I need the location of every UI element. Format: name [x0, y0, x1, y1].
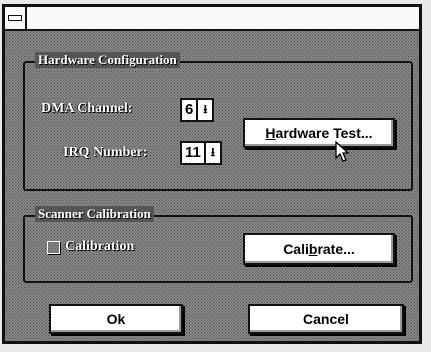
hardware-test-mnemonic: H — [265, 125, 276, 141]
ok-button[interactable]: Ok — [49, 304, 183, 334]
cancel-button[interactable]: Cancel — [248, 304, 404, 334]
dma-channel-label: DMA Channel: — [41, 101, 133, 116]
dialog-window: Hardware Configuration DMA Channel: 6 ⭳ … — [2, 4, 422, 344]
hardware-test-label-end: ardware Test... — [275, 125, 373, 141]
system-menu-icon[interactable] — [5, 7, 27, 29]
irq-number-label: IRQ Number: — [63, 145, 148, 160]
calibration-checkbox-label[interactable]: Calibration — [65, 239, 134, 255]
scanner-calibration-group: Scanner Calibration Calibration Cali b rat… — [23, 206, 413, 283]
calibrate-mnemonic: b — [308, 241, 318, 257]
hardware-test-button[interactable]: Hardware Test... — [243, 118, 395, 148]
hardware-configuration-title: Hardware Configuration — [35, 52, 180, 68]
dma-channel-select[interactable]: 6 ⭳ — [180, 98, 215, 122]
title-bar — [5, 7, 419, 31]
spin-down-arrow-icon[interactable]: ⭳ — [203, 143, 220, 163]
calibration-checkbox[interactable] — [47, 241, 60, 254]
spin-down-arrow-icon[interactable]: ⭳ — [196, 100, 212, 120]
irq-number-select[interactable]: 11 ⭳ — [180, 141, 222, 165]
irq-number-value: 11 — [185, 144, 201, 161]
calibrate-label-end: rate... — [317, 241, 355, 257]
calibrate-button[interactable]: Cali b rate... — [243, 233, 395, 265]
hardware-configuration-group: Hardware Configuration DMA Channel: 6 ⭳ … — [23, 52, 413, 191]
scanner-calibration-title: Scanner Calibration — [35, 206, 154, 222]
mouse-pointer-icon — [335, 141, 350, 162]
calibrate-label-start: Cali — [283, 241, 309, 257]
dma-channel-value: 6 — [185, 101, 194, 118]
